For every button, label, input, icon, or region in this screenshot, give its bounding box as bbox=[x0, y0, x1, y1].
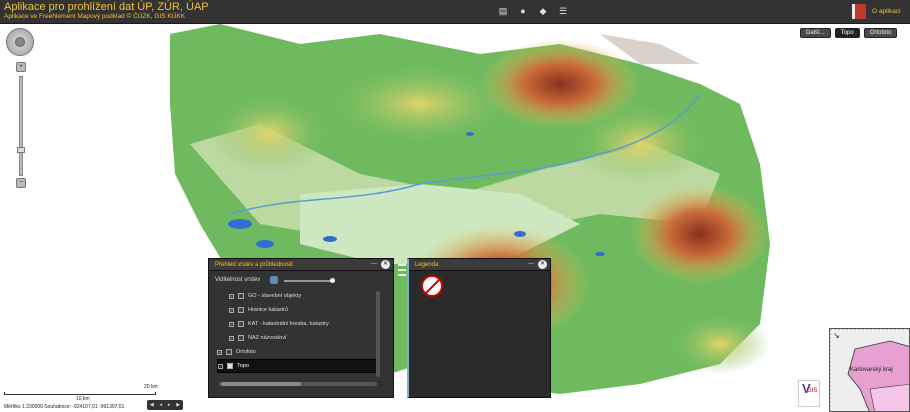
expand-icon[interactable]: + bbox=[229, 307, 234, 313]
legend-toolbar bbox=[398, 264, 406, 276]
basemap-ortofoto-button[interactable]: Ortofoto bbox=[863, 28, 898, 38]
basemap-switcher: Další... Topo Ortofoto bbox=[800, 28, 898, 38]
layer-item[interactable]: + Ortofoto bbox=[217, 345, 377, 359]
layers-panel-title: Přehled vrstev a průhlednosti bbox=[215, 262, 293, 268]
layer-tree: + GO - stavební objekty + Hranice katastrů… bbox=[217, 289, 377, 373]
horizontal-scrollbar-thumb[interactable] bbox=[221, 382, 301, 386]
scale-line bbox=[4, 392, 156, 395]
expand-icon[interactable]: + bbox=[218, 363, 223, 369]
prev-page-button[interactable]: ◂ bbox=[160, 402, 163, 408]
close-icon[interactable]: ✕ bbox=[381, 260, 390, 269]
app-title: Aplikace pro prohlížení dat ÚP, ZÚR, ÚAP bbox=[4, 1, 209, 13]
layer-item[interactable]: + GO - stavební objekty bbox=[217, 289, 377, 303]
layer-item[interactable]: + Hranice katastrů bbox=[217, 303, 377, 317]
close-icon[interactable]: ✕ bbox=[538, 260, 547, 269]
overview-map[interactable]: ↘ Karlovarský kraj bbox=[829, 328, 910, 412]
last-page-button[interactable]: ▶ bbox=[176, 402, 180, 408]
layer-checkbox[interactable] bbox=[238, 293, 244, 299]
map-pager: ◀ ◂ ▸ ▶ bbox=[147, 400, 183, 410]
globe-icon[interactable]: ● bbox=[516, 4, 530, 18]
layers-panel-header: Přehled vrstev a průhlednosti — ✕ bbox=[209, 259, 393, 271]
visibility-icon bbox=[270, 276, 278, 284]
logo: V GIS bbox=[798, 380, 820, 407]
layer-checkbox[interactable] bbox=[238, 335, 244, 341]
layer-label: Ortofoto bbox=[236, 349, 256, 355]
basemap-topo-button[interactable]: Topo bbox=[834, 28, 860, 38]
expand-icon[interactable]: + bbox=[229, 335, 234, 341]
layer-item[interactable]: + KAT - katastrální kresba, katastry bbox=[217, 317, 377, 331]
about-button[interactable]: O aplikaci bbox=[852, 4, 901, 19]
stack-icon[interactable]: ◆ bbox=[536, 4, 550, 18]
collapse-arrow-icon[interactable]: ↘ bbox=[833, 331, 840, 340]
layer-checkbox[interactable] bbox=[238, 307, 244, 313]
vertical-scrollbar[interactable] bbox=[376, 291, 380, 377]
app-subtitle: Aplikace ve Freehlement Mapový podklad ©… bbox=[4, 13, 186, 20]
visibility-slider-thumb[interactable] bbox=[330, 278, 335, 283]
header-bar: Aplikace pro prohlížení dat ÚP, ZÚR, ÚAP… bbox=[0, 0, 910, 24]
basemap-more-button[interactable]: Další... bbox=[800, 28, 831, 38]
horizontal-scrollbar[interactable] bbox=[219, 382, 377, 386]
layer-item-selected[interactable]: + Topo bbox=[217, 359, 377, 373]
minimize-icon[interactable]: — bbox=[528, 261, 534, 267]
visibility-slider[interactable] bbox=[284, 278, 335, 283]
layer-label: GO - stavební objekty bbox=[248, 293, 302, 299]
no-data-icon bbox=[421, 275, 443, 297]
layer-label: KAT - katastrální kresba, katastry bbox=[248, 321, 329, 327]
legend-tool[interactable] bbox=[398, 264, 406, 266]
layers-panel: Přehled vrstev a průhlednosti — ✕ Vidite… bbox=[208, 258, 394, 398]
legend-panel: Legenda — ✕ bbox=[407, 258, 551, 398]
zoom-out-button[interactable]: − bbox=[16, 178, 26, 188]
layer-label: Hranice katastrů bbox=[248, 307, 289, 313]
overview-region-label: Karlovarský kraj bbox=[850, 367, 893, 373]
layer-label: Topo bbox=[237, 363, 249, 369]
top-toolbar: ▤ ● ◆ ☰ bbox=[496, 4, 570, 18]
layer-checkbox[interactable] bbox=[227, 363, 233, 369]
scale-label-10: 10 km bbox=[76, 396, 90, 402]
zoom-slider-thumb[interactable] bbox=[17, 147, 25, 153]
scale-coordinates: Měřítko 1:230000 Souřadnice: -924107,01 … bbox=[4, 404, 125, 410]
book-icon bbox=[852, 4, 866, 19]
logo-text: GIS bbox=[807, 388, 818, 394]
about-link[interactable]: O aplikaci bbox=[872, 8, 901, 15]
legend-panel-title: Legenda bbox=[415, 262, 439, 268]
zoom-slider[interactable] bbox=[17, 76, 25, 176]
expand-icon[interactable]: + bbox=[229, 321, 234, 327]
legend-tool[interactable] bbox=[398, 274, 406, 276]
minimize-icon[interactable]: — bbox=[371, 261, 377, 267]
legend-panel-header: Legenda — ✕ bbox=[409, 259, 550, 271]
layers-icon[interactable]: ▤ bbox=[496, 4, 510, 18]
expand-icon[interactable]: + bbox=[217, 349, 222, 355]
scale-label-20: 20 km bbox=[144, 384, 158, 390]
legend-tool[interactable] bbox=[398, 269, 406, 271]
pan-center[interactable] bbox=[15, 37, 25, 47]
zoom-in-button[interactable]: + bbox=[16, 62, 26, 72]
list-icon[interactable]: ☰ bbox=[556, 4, 570, 18]
layer-label: NAZ názvosloví bbox=[248, 335, 287, 341]
layer-checkbox[interactable] bbox=[226, 349, 232, 355]
visibility-label: Viditelnost vrstev bbox=[215, 277, 261, 283]
pan-control[interactable] bbox=[6, 28, 34, 56]
next-page-button[interactable]: ▸ bbox=[168, 402, 171, 408]
layer-item[interactable]: + NAZ názvosloví bbox=[217, 331, 377, 345]
layer-checkbox[interactable] bbox=[238, 321, 244, 327]
navigation-control: + − bbox=[6, 28, 36, 193]
first-page-button[interactable]: ◀ bbox=[150, 402, 154, 408]
expand-icon[interactable]: + bbox=[229, 293, 234, 299]
